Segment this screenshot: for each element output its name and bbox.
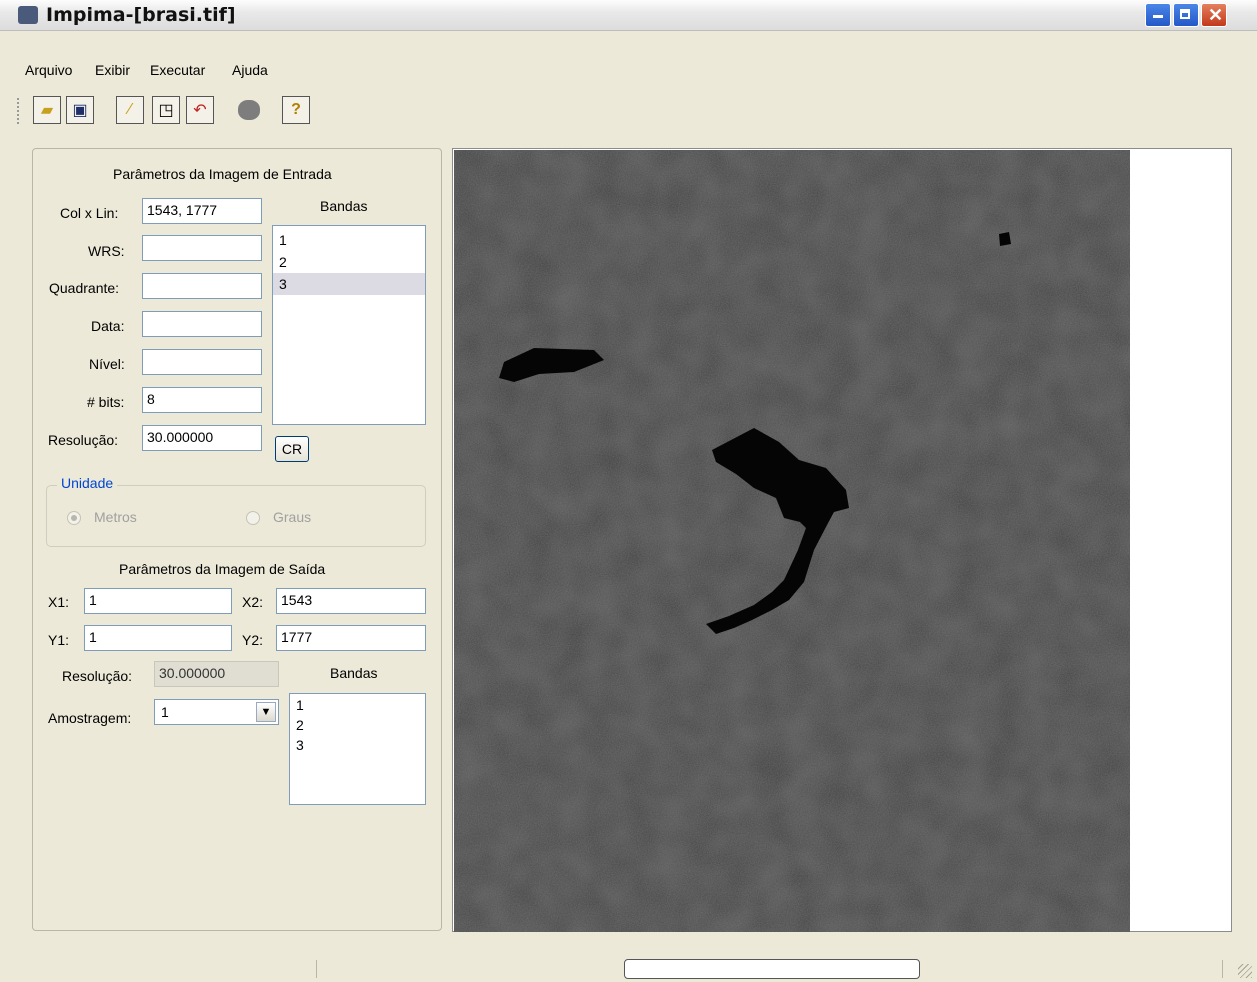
menu-bar: Arquivo Exibir Executar Ajuda xyxy=(0,58,1257,84)
metros-radio[interactable] xyxy=(67,511,81,525)
bits-field[interactable]: 8 xyxy=(142,387,262,413)
toolbar: ▰ ▣ ⁄ ◳ ↶ ? xyxy=(0,90,1257,130)
resolucao-in-field[interactable]: 30.000000 xyxy=(142,425,262,451)
title-bar[interactable]: Impima-[brasi.tif] ✕ xyxy=(0,0,1257,31)
save-icon[interactable]: ▣ xyxy=(66,96,94,124)
input-params-title: Parâmetros da Imagem de Entrada xyxy=(113,166,332,182)
minimize-button[interactable] xyxy=(1145,3,1171,27)
list-item[interactable]: 1 xyxy=(273,229,425,251)
y2-label: Y2: xyxy=(242,632,264,648)
progress-bar xyxy=(624,959,920,979)
y1-field[interactable]: 1 xyxy=(84,625,232,651)
list-item[interactable]: 3 xyxy=(290,735,425,755)
edit-icon[interactable]: ⁄ xyxy=(116,96,144,124)
status-bar xyxy=(0,958,1257,982)
minimize-icon xyxy=(1153,15,1163,18)
bandas-in-label: Bandas xyxy=(320,198,368,214)
graus-label: Graus xyxy=(273,509,312,525)
list-item[interactable]: 2 xyxy=(273,251,425,273)
list-item[interactable]: 1 xyxy=(290,695,425,715)
chevron-down-icon[interactable]: ▼ xyxy=(256,702,276,722)
resolucao-out-label: Resolução: xyxy=(62,668,133,684)
wrs-field[interactable] xyxy=(142,235,262,261)
window-title: Impima-[brasi.tif] xyxy=(46,4,236,26)
y1-label: Y1: xyxy=(48,632,70,648)
unidade-title: Unidade xyxy=(57,475,118,491)
amostragem-select[interactable]: 1 ▼ xyxy=(154,699,279,725)
maximize-button[interactable] xyxy=(1173,3,1199,27)
wrs-label: WRS: xyxy=(88,243,125,259)
bandas-in-list[interactable]: 1 2 3 xyxy=(272,225,426,425)
data-field[interactable] xyxy=(142,311,262,337)
satellite-image[interactable] xyxy=(454,150,1130,932)
x1-label: X1: xyxy=(48,594,70,610)
close-button[interactable]: ✕ xyxy=(1201,3,1227,27)
help-icon[interactable]: ? xyxy=(282,96,310,124)
quadrante-field[interactable] xyxy=(142,273,262,299)
output-params-title: Parâmetros da Imagem de Saída xyxy=(119,561,326,577)
list-item[interactable]: 2 xyxy=(290,715,425,735)
export-icon[interactable]: ◳ xyxy=(152,96,180,124)
undo-icon[interactable]: ↶ xyxy=(186,96,214,124)
maximize-icon xyxy=(1180,9,1190,19)
amostragem-value: 1 xyxy=(161,704,169,720)
x2-label: X2: xyxy=(242,594,264,610)
status-divider xyxy=(316,960,317,978)
quadrante-label: Quadrante: xyxy=(49,280,120,296)
lake-dot xyxy=(999,232,1011,246)
bits-label: # bits: xyxy=(87,394,125,410)
menu-ajuda[interactable]: Ajuda xyxy=(232,62,268,78)
app-icon xyxy=(18,6,38,24)
open-folder-icon[interactable]: ▰ xyxy=(33,96,61,124)
resize-grip-icon[interactable] xyxy=(1238,964,1252,978)
blob-icon[interactable] xyxy=(238,100,260,120)
toolbar-grip[interactable] xyxy=(17,98,23,124)
x2-field[interactable]: 1543 xyxy=(276,588,426,614)
x1-field[interactable]: 1 xyxy=(84,588,232,614)
bandas-out-list[interactable]: 1 2 3 xyxy=(289,693,426,805)
list-item[interactable]: 3 xyxy=(273,273,425,295)
graus-radio[interactable] xyxy=(246,511,260,525)
amostragem-label: Amostragem: xyxy=(48,710,132,726)
data-label: Data: xyxy=(91,318,125,334)
resolucao-out-field: 30.000000 xyxy=(154,661,279,687)
col-lin-label: Col x Lin: xyxy=(60,205,119,221)
y2-field[interactable]: 1777 xyxy=(276,625,426,651)
nivel-label: Nível: xyxy=(89,356,125,372)
col-lin-field[interactable]: 1543, 1777 xyxy=(142,198,262,224)
nivel-field[interactable] xyxy=(142,349,262,375)
close-icon: ✕ xyxy=(1208,5,1224,25)
status-divider xyxy=(1222,960,1223,978)
menu-arquivo[interactable]: Arquivo xyxy=(25,62,72,78)
resolucao-in-label: Resolução: xyxy=(48,432,119,448)
bandas-out-label: Bandas xyxy=(330,665,378,681)
menu-executar[interactable]: Executar xyxy=(150,62,205,78)
menu-exibir[interactable]: Exibir xyxy=(95,62,130,78)
metros-label: Metros xyxy=(94,509,137,525)
cr-button[interactable]: CR xyxy=(275,436,309,462)
image-view[interactable] xyxy=(452,148,1232,932)
